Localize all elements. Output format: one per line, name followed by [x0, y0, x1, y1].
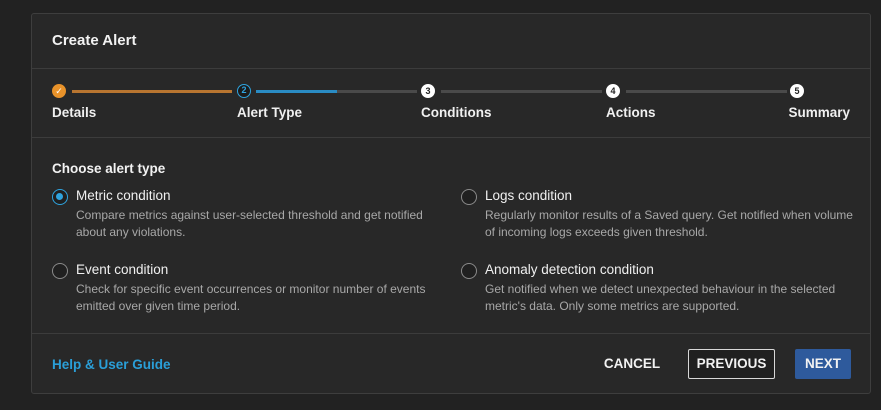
step-track-2	[256, 90, 417, 93]
step-track-4	[626, 90, 787, 93]
option-label: Anomaly detection condition	[485, 262, 654, 277]
step-label-conditions: Conditions	[421, 105, 492, 120]
step-4-indicator: 4	[606, 84, 620, 98]
dialog-title: Create Alert	[52, 32, 137, 49]
step-3-indicator: 3	[421, 84, 435, 98]
step-1-check-icon: ✓	[52, 84, 66, 98]
help-user-guide-link[interactable]: Help & User Guide	[52, 357, 171, 372]
step-5-indicator: 5	[790, 84, 804, 98]
step-track-3	[441, 90, 602, 93]
choose-alert-type-heading: Choose alert type	[52, 161, 166, 176]
metric-condition-radio[interactable]	[52, 189, 68, 205]
step-label-details: Details	[52, 105, 97, 120]
event-condition-radio[interactable]	[52, 263, 68, 279]
dialog-header: Create Alert	[32, 14, 870, 69]
previous-button[interactable]: PREVIOUS	[688, 349, 775, 379]
step-label-summary: Summary	[788, 105, 850, 120]
cancel-button[interactable]: CANCEL	[592, 349, 672, 379]
stepper: ✓ Details 2 Alert Type 3 Conditions 4 Ac…	[32, 69, 870, 138]
logs-condition-radio[interactable]	[461, 189, 477, 205]
step-track-1	[72, 90, 232, 93]
create-alert-dialog: Create Alert ✓ Details 2 Alert Type 3 Co…	[31, 13, 871, 394]
step-label-alert-type: Alert Type	[237, 105, 303, 120]
step-label-actions: Actions	[606, 105, 656, 120]
anomaly-detection-radio[interactable]	[461, 263, 477, 279]
option-description: Check for specific event occurrences or …	[76, 282, 426, 313]
dialog-footer: Help & User Guide CANCEL PREVIOUS NEXT	[32, 333, 870, 396]
option-label: Event condition	[76, 262, 169, 277]
option-description: Get notified when we detect unexpected b…	[485, 282, 836, 313]
next-button[interactable]: NEXT	[795, 349, 851, 379]
step-2-indicator: 2	[237, 84, 251, 98]
option-description: Compare metrics against user-selected th…	[76, 208, 423, 239]
option-description: Regularly monitor results of a Saved que…	[485, 208, 853, 239]
option-label: Metric condition	[76, 188, 171, 203]
option-label: Logs condition	[485, 188, 573, 203]
